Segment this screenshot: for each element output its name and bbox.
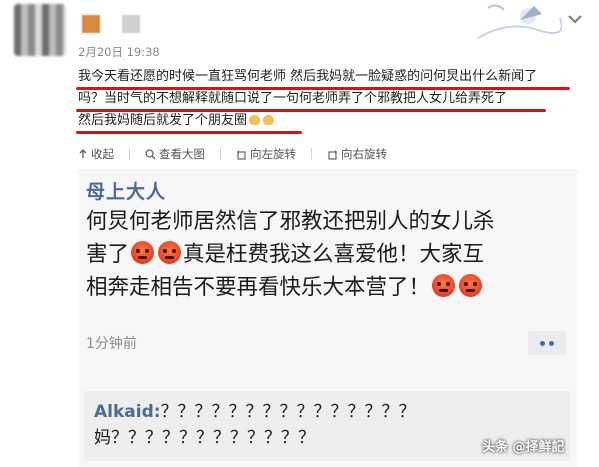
angry-face-icon bbox=[459, 274, 483, 297]
comment-text-line: ？？？？？？？？？？？？？？？ bbox=[160, 402, 416, 422]
moment-text-segment: 害了 bbox=[86, 242, 130, 267]
divider bbox=[129, 148, 130, 160]
pray-emoji-icon bbox=[262, 113, 276, 125]
moment-time: 1分钟前 bbox=[86, 336, 137, 352]
comment-text-line: 妈？？？？？？？？？？？？ bbox=[94, 428, 315, 448]
rotate-right-button[interactable]: 向右旋转 bbox=[327, 146, 387, 162]
author-name-redacted[interactable] bbox=[82, 15, 140, 33]
collapse-button[interactable]: 收起 bbox=[78, 146, 114, 162]
collapse-label: 收起 bbox=[91, 147, 114, 161]
magnifier-icon bbox=[145, 148, 156, 159]
rotate-right-label: 向右旋转 bbox=[341, 147, 387, 161]
angry-face-icon bbox=[432, 274, 456, 297]
moment-text-segment: 相奔走相告不要再看快乐大本营了！ bbox=[86, 275, 431, 300]
angry-face-icon bbox=[131, 241, 155, 264]
view-large-button[interactable]: 查看大图 bbox=[145, 146, 205, 162]
post-text-line: 我今天看还愿的时候一直狂骂何老师 然后我妈就一脸疑惑的问何炅出什么新闻了 bbox=[78, 69, 538, 84]
moment-text-line: 何炅何老师居然信了邪教还把别人的女儿杀 bbox=[86, 209, 495, 234]
avatar[interactable] bbox=[14, 4, 66, 56]
moment-text-segment: 真是枉费我这么喜爱他！大家互 bbox=[183, 242, 485, 267]
weibo-post: 2月20日 19:38 我今天看还愿的时候一直狂骂何老师 然后我妈就一脸疑惑的问… bbox=[0, 0, 599, 172]
moment-text-line: 害了 真是枉费我这么喜爱他！大家互 bbox=[86, 238, 566, 271]
rotate-left-label: 向左旋转 bbox=[250, 147, 296, 161]
post-date: 2月20日 19:38 bbox=[78, 45, 160, 59]
arrow-up-icon bbox=[79, 149, 87, 158]
moment-text-line: 相奔走相告不要再看快乐大本营了！ bbox=[86, 271, 566, 304]
post-text-line: 吗？当时气的不想解释就随口说了一句何老师弄了个邪教把人女儿给弄死了 bbox=[78, 91, 508, 106]
highlight-underline bbox=[76, 87, 570, 90]
dot-icon bbox=[540, 340, 545, 346]
chevron-down-icon[interactable] bbox=[566, 12, 584, 26]
highlight-underline bbox=[76, 131, 302, 134]
angry-face-icon bbox=[158, 241, 182, 264]
post-text-line: 然后我妈随后就发了个朋友圈 bbox=[78, 110, 578, 132]
divider bbox=[311, 148, 312, 160]
post-image[interactable]: 母上大人 何炅何老师居然信了邪教还把别人的女儿杀 害了 真是枉费我这么喜爱他！大家… bbox=[78, 170, 578, 467]
divider bbox=[220, 148, 221, 160]
rotate-right-icon bbox=[328, 149, 337, 160]
highlight-underline bbox=[76, 109, 546, 112]
rotate-left-button[interactable]: 向左旋转 bbox=[236, 146, 296, 162]
moment-text: 何炅何老师居然信了邪教还把别人的女儿杀 害了 真是枉费我这么喜爱他！大家互 相奔走… bbox=[86, 205, 566, 304]
more-options-button[interactable] bbox=[528, 331, 566, 355]
post-text-line-content: 然后我妈随后就发了个朋友圈 bbox=[78, 113, 248, 128]
moment-author: 母上大人 bbox=[86, 181, 167, 203]
rotate-left-icon bbox=[237, 149, 246, 160]
dot-icon bbox=[549, 340, 554, 346]
post-text: 我今天看还愿的时候一直狂骂何老师 然后我妈就一脸疑惑的问何炅出什么新闻了 吗？当… bbox=[78, 66, 578, 132]
decorative-illustration-icon bbox=[477, 4, 562, 39]
view-large-label: 查看大图 bbox=[159, 147, 205, 161]
watermark: 头条 @择鲜記 bbox=[482, 440, 565, 455]
pray-emoji-icon bbox=[248, 113, 262, 125]
comment: Alkaid:？？？？？？？？？？？？？？？ 妈？？？？？？？？？？？？ bbox=[94, 399, 416, 451]
image-toolbar: 收起 查看大图 向左旋转 向右旋转 bbox=[78, 146, 402, 162]
comment-author[interactable]: Alkaid: bbox=[94, 402, 161, 422]
